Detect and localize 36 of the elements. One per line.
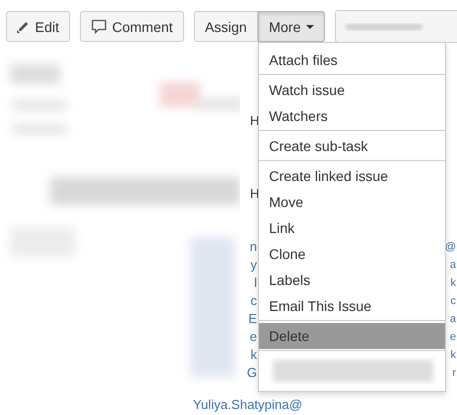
blurred-field[interactable] bbox=[334, 10, 457, 43]
link-fragment[interactable]: k bbox=[244, 346, 257, 364]
link-fragment[interactable]: k bbox=[450, 348, 456, 362]
menu-item[interactable]: Link bbox=[259, 215, 445, 241]
menu-item[interactable]: Watch issue bbox=[259, 77, 445, 103]
menu-item[interactable]: Create sub-task bbox=[259, 133, 445, 159]
link-fragment[interactable]: n bbox=[244, 238, 257, 256]
menu-item[interactable]: Clone bbox=[259, 241, 445, 267]
link-fragment[interactable]: c bbox=[450, 294, 456, 308]
link-fragment[interactable]: c bbox=[244, 292, 257, 310]
caret-icon bbox=[306, 24, 314, 28]
link-fragment[interactable]: @ bbox=[444, 240, 456, 254]
pencil-icon bbox=[17, 20, 30, 33]
link-fragment[interactable]: y bbox=[244, 256, 257, 274]
menu-item[interactable]: Attach files bbox=[259, 47, 445, 73]
menu-item[interactable]: Delete bbox=[259, 323, 445, 349]
toolbar-button[interactable]: Edit bbox=[6, 11, 70, 42]
speech-bubble-icon bbox=[91, 18, 108, 34]
menu-item[interactable]: Create linked issue bbox=[259, 163, 445, 189]
link-fragment[interactable]: l bbox=[244, 274, 257, 292]
link-fragment[interactable]: E bbox=[244, 310, 257, 328]
email-link[interactable]: Yuliya.Shatypina@ bbox=[193, 398, 302, 412]
toolbar-button[interactable]: Assign bbox=[194, 11, 258, 42]
menu-item[interactable]: Move bbox=[259, 189, 445, 215]
link-fragment[interactable]: a bbox=[450, 312, 456, 326]
link-fragment[interactable]: a bbox=[450, 258, 456, 272]
toolbar-button[interactable]: Comment bbox=[80, 11, 184, 42]
link-fragment[interactable]: e bbox=[450, 330, 456, 344]
menu-item[interactable]: Watchers bbox=[259, 103, 445, 129]
link-fragment[interactable]: e bbox=[244, 328, 257, 346]
menu-item[interactable]: Labels bbox=[259, 267, 445, 293]
more-dropdown-button[interactable]: More bbox=[258, 11, 325, 42]
menu-item[interactable]: Email This Issue bbox=[259, 293, 445, 319]
link-fragment[interactable]: G bbox=[244, 364, 257, 382]
link-fragment[interactable]: r bbox=[452, 366, 456, 380]
link-fragment[interactable]: k bbox=[450, 276, 456, 290]
